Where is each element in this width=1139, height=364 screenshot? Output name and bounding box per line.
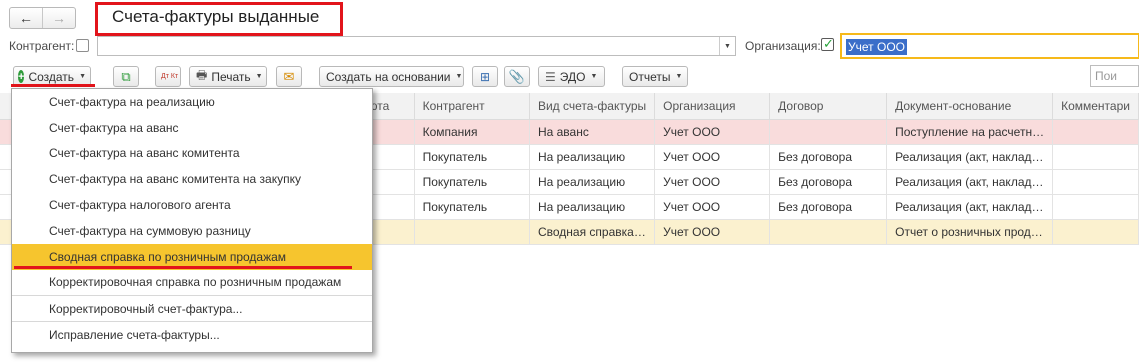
cell-counterparty: Покупатель (414, 194, 530, 220)
printer-icon: 🖶 (196, 68, 208, 82)
cell-base-document: Реализация (акт, наклад… (886, 194, 1054, 220)
chevron-down-icon[interactable]: ▼ (719, 37, 735, 55)
cell-comment (1052, 219, 1139, 245)
cell-invoice-type: На реализацию (529, 144, 656, 170)
column-base-document[interactable]: Документ-основание (886, 93, 1054, 120)
menu-item-invoice-correction[interactable]: Исправление счета-фактуры... (12, 321, 372, 347)
menu-item-retail-correction[interactable]: Корректировочная справка по розничным пр… (12, 270, 372, 296)
create-based-on-button[interactable]: Создать на основании ▼ (319, 66, 464, 87)
menu-item-corrective-invoice[interactable]: Корректировочный счет-фактура... (12, 295, 372, 321)
cell-comment (1052, 169, 1139, 195)
envelope-icon: ✉ (283, 68, 295, 84)
page-title: Счета-фактуры выданные (112, 7, 320, 26)
edo-icon: ☰ (545, 69, 556, 84)
back-button[interactable]: ← (10, 8, 42, 28)
cell-contract: Без договора (769, 194, 888, 220)
cell-contract: Без договора (769, 169, 888, 195)
cell-organization: Учет ООО (654, 219, 771, 245)
column-invoice-type[interactable]: Вид счета-фактуры (529, 93, 656, 120)
chevron-down-icon: ▼ (675, 73, 683, 80)
cell-invoice-type: На реализацию (529, 169, 656, 195)
search-input[interactable]: Пои (1090, 65, 1139, 87)
copy-button[interactable]: ⧉ (113, 66, 139, 87)
cell-organization: Учет ООО (654, 119, 771, 145)
reports-button[interactable]: Отчеты ▼ (622, 66, 688, 87)
cell-organization: Учет ООО (654, 144, 771, 170)
cell-counterparty (414, 219, 530, 245)
dt-kt-icon: Дт Кт (161, 72, 179, 80)
counterparty-checkbox[interactable] (76, 39, 89, 52)
cell-invoice-type: На аванс (529, 119, 656, 145)
column-comment[interactable]: Комментари (1052, 93, 1139, 120)
plus-icon: + (18, 70, 25, 83)
chevron-down-icon: ▼ (455, 73, 463, 80)
dt-kt-button[interactable]: Дт Кт (155, 66, 181, 87)
cell-comment (1052, 194, 1139, 220)
cell-base-document: Поступление на расчетн… (886, 119, 1054, 145)
edo-button[interactable]: ☰ ЭДО ▼ (538, 66, 605, 87)
menu-item-invoice-sum-difference[interactable]: Счет-фактура на суммовую разницу (12, 218, 372, 244)
menu-item-invoice-tax-agent[interactable]: Счет-фактура налогового агента (12, 192, 372, 218)
cell-invoice-type: На реализацию (529, 194, 656, 220)
cell-organization: Учет ООО (654, 169, 771, 195)
column-organization[interactable]: Организация (654, 93, 771, 120)
create-label: Создать (28, 69, 75, 84)
cell-base-document: Отчет о розничных прод… (886, 219, 1054, 245)
organization-checkbox[interactable] (821, 36, 834, 52)
search-placeholder: Пои (1095, 69, 1118, 83)
cell-organization: Учет ООО (654, 194, 771, 220)
menu-item-invoice-advance-principal[interactable]: Счет-фактура на аванс комитента (12, 141, 372, 167)
chevron-down-icon: ▼ (590, 73, 598, 80)
cell-comment (1052, 144, 1139, 170)
chevron-down-icon: ▼ (79, 73, 86, 80)
organization-field[interactable]: Учет ООО (840, 33, 1139, 59)
print-label: Печать (211, 69, 251, 84)
column-contract[interactable]: Договор (769, 93, 888, 120)
menu-annotation-underline (14, 266, 352, 269)
chevron-down-icon: ▼ (255, 73, 263, 80)
create-based-on-label: Создать на основании (326, 69, 451, 84)
cell-contract: Без договора (769, 144, 888, 170)
column-counterparty[interactable]: Контрагент (414, 93, 530, 120)
print-button[interactable]: 🖶 Печать ▼ (189, 66, 267, 87)
cell-invoice-type: Сводная справка… (529, 219, 656, 245)
cell-counterparty: Покупатель (414, 144, 530, 170)
menu-item-invoice-sale[interactable]: Счет-фактура на реализацию (12, 89, 372, 115)
menu-item-invoice-advance[interactable]: Счет-фактура на аванс (12, 115, 372, 141)
reports-label: Отчеты (629, 69, 671, 84)
edo-label: ЭДО (559, 69, 586, 84)
cell-contract (769, 219, 888, 245)
forward-button[interactable]: → (42, 8, 75, 28)
organization-value: Учет ООО (846, 39, 907, 55)
create-dropdown-menu: Счет-фактура на реализацию Счет-фактура … (11, 88, 373, 353)
organization-label: Организация: (745, 39, 821, 53)
counterparty-label: Контрагент: (9, 39, 75, 53)
menu-item-invoice-advance-principal-purchase[interactable]: Счет-фактура на аванс комитента на закуп… (12, 166, 372, 192)
email-button[interactable]: ✉ (276, 66, 302, 87)
copy-icon: ⧉ (121, 68, 131, 84)
cell-comment (1052, 119, 1139, 145)
cell-counterparty: Компания (414, 119, 530, 145)
counterparty-field[interactable]: ▼ (97, 36, 736, 56)
navigation-buttons: ← → (9, 7, 76, 29)
cell-base-document: Реализация (акт, наклад… (886, 169, 1054, 195)
paperclip-icon: 📎 (508, 68, 526, 84)
cell-base-document: Реализация (акт, наклад… (886, 144, 1054, 170)
structure-button[interactable]: ⊞ (472, 66, 498, 87)
create-annotation-line (11, 84, 95, 87)
cell-contract (769, 119, 888, 145)
attach-button[interactable]: 📎 (504, 66, 530, 87)
cell-counterparty: Покупатель (414, 169, 530, 195)
hierarchy-icon: ⊞ (479, 69, 491, 84)
